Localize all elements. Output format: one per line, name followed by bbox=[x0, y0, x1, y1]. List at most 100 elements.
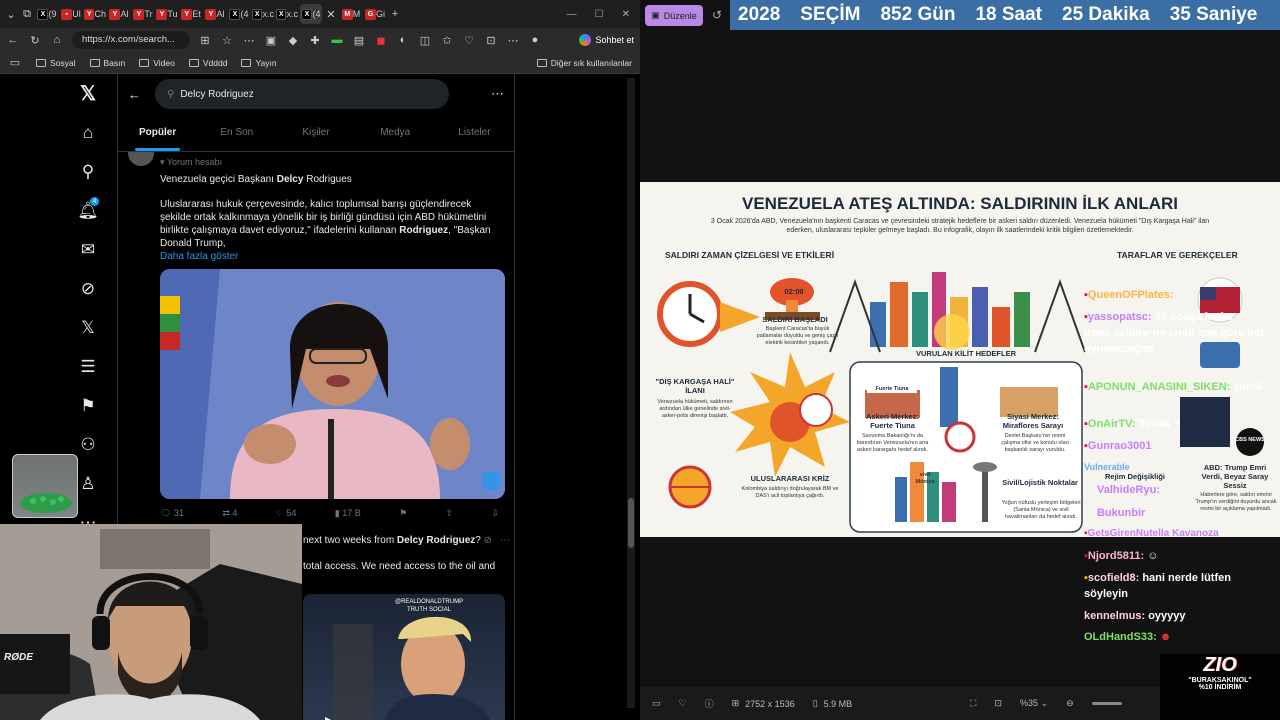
like-button[interactable]: ♡ 54 bbox=[276, 507, 297, 520]
extension-icon[interactable]: ▤ bbox=[352, 34, 366, 47]
zoom-out-icon[interactable]: ⊖ bbox=[1066, 698, 1074, 709]
collections-icon[interactable]: ⊡ bbox=[484, 34, 498, 47]
url-input[interactable]: https://x.com/search... bbox=[72, 31, 190, 49]
extension-icon[interactable]: ▣ bbox=[264, 34, 278, 47]
scrollbar[interactable] bbox=[627, 78, 635, 708]
bookmark-folder[interactable]: Basın bbox=[89, 58, 125, 68]
search-input[interactable]: ⚲ Delcy Rodriguez bbox=[155, 79, 449, 109]
new-tab-button[interactable]: + bbox=[388, 8, 402, 20]
fit-icon[interactable]: ⊡ bbox=[994, 698, 1002, 709]
browser-tab[interactable]: MM bbox=[340, 4, 362, 24]
other-bookmarks[interactable]: Diğer sık kullanılanlar bbox=[536, 58, 632, 68]
lists-icon[interactable]: ☰ bbox=[60, 347, 116, 386]
profile-avatar[interactable]: ● bbox=[528, 34, 542, 46]
bookmark-folder[interactable]: Video bbox=[139, 58, 175, 68]
chat-message: oynayacağım bbox=[1084, 343, 1154, 355]
sponsor-logo: ZIO "BURAKSAKINOL" %10 İNDİRİM bbox=[1160, 654, 1280, 720]
favorite-star-icon[interactable]: ☆ bbox=[220, 34, 234, 47]
filmstrip-icon[interactable]: ▭ bbox=[652, 698, 661, 709]
bookmark-button[interactable]: ⚑ bbox=[399, 507, 407, 520]
browser-tab-active[interactable]: X (4 bbox=[300, 4, 322, 24]
info-icon[interactable]: ⓘ bbox=[705, 697, 714, 710]
emote-icon: ☻ bbox=[1159, 631, 1172, 643]
browser-tab[interactable]: G Gi bbox=[364, 4, 386, 24]
tab-latest[interactable]: En Son bbox=[197, 114, 276, 151]
tab-actions-icon[interactable]: ⌄ bbox=[4, 8, 18, 21]
more-icon[interactable]: ⋯ bbox=[506, 34, 520, 47]
tab-lists[interactable]: Listeler bbox=[435, 114, 514, 151]
extension-icon[interactable]: ◐ bbox=[396, 34, 410, 46]
zoom-slider[interactable] bbox=[1091, 702, 1122, 705]
back-icon[interactable]: ← bbox=[6, 34, 20, 46]
browser-tab[interactable]: X (9 bbox=[36, 4, 58, 24]
history-icon[interactable]: ↺ bbox=[712, 8, 722, 22]
more-options-icon[interactable]: ⋯ bbox=[500, 534, 510, 548]
zoom-level-select[interactable]: %35 ⌄ bbox=[1020, 698, 1048, 709]
tweet-video[interactable]: @REALDONALDTRUMP TRUTH SOCIAL ▶ bbox=[303, 594, 505, 720]
more-options-icon[interactable]: ⋯ bbox=[491, 86, 504, 102]
browser-tab[interactable]: Xx.c bbox=[252, 4, 274, 24]
tab-popular[interactable]: Popüler bbox=[118, 114, 197, 151]
extension-icon[interactable]: ◆ bbox=[286, 34, 300, 47]
repost-button[interactable]: ⇄ 4 bbox=[222, 507, 237, 520]
favorites-icon[interactable]: ✩ bbox=[440, 34, 454, 47]
premium-x-icon[interactable]: 𝕏 bbox=[60, 308, 116, 347]
bookmark-folder[interactable]: Vdddd bbox=[188, 58, 227, 68]
close-window-icon[interactable]: ✕ bbox=[622, 9, 630, 20]
reply-button[interactable]: 🗨︎ 31 bbox=[160, 507, 184, 520]
extension-icon[interactable]: ◼ bbox=[374, 34, 388, 47]
browser-tab[interactable]: Y Et bbox=[180, 4, 202, 24]
avatar[interactable] bbox=[128, 152, 154, 166]
x-logo-icon[interactable]: 𝕏 bbox=[60, 74, 116, 113]
copilot-button[interactable]: Sohbet et bbox=[579, 34, 634, 46]
tweet-body: Uluslararası hukuk çerçevesinde, kalıcı … bbox=[160, 199, 491, 249]
split-screen-icon[interactable]: ◫ bbox=[418, 34, 432, 47]
tweet-photo[interactable] bbox=[160, 269, 505, 499]
browser-tab[interactable]: Y Tr bbox=[132, 4, 154, 24]
browser-tab[interactable]: Y Ch bbox=[84, 4, 106, 24]
read-aloud-icon[interactable]: ⊞ bbox=[198, 34, 212, 47]
edit-button[interactable]: ▣ Düzenle bbox=[645, 5, 703, 26]
messages-icon[interactable]: ✉ bbox=[60, 230, 116, 269]
bookmark-folder[interactable]: Yayın bbox=[241, 58, 277, 68]
home-icon[interactable]: ⌂ bbox=[60, 113, 116, 152]
chat-message: ▪Njord5811: ☺ bbox=[1084, 550, 1159, 562]
browser-tab[interactable]: ▪ Ul bbox=[60, 4, 82, 24]
military-target-label: Askeri Merkez: Fuerte Tiuna bbox=[866, 412, 919, 430]
show-more-link[interactable]: Daha fazla göster bbox=[160, 250, 504, 263]
favorite-icon[interactable]: ♡ bbox=[679, 698, 687, 709]
apps-icon[interactable]: ⋯ bbox=[242, 34, 256, 47]
tab-people[interactable]: Kişiler bbox=[276, 114, 355, 151]
browser-tab[interactable]: Xx.c bbox=[276, 4, 298, 24]
crop-icon[interactable]: ⛶ bbox=[970, 698, 976, 709]
share-button[interactable]: ⇧ bbox=[446, 507, 454, 520]
refresh-icon[interactable]: ↻ bbox=[28, 34, 42, 47]
bookmarks-icon[interactable]: ⚑ bbox=[60, 386, 116, 425]
notifications-bell-icon[interactable]: 🔔︎ 4 bbox=[60, 191, 116, 230]
browser-tab[interactable]: X (4 bbox=[228, 4, 250, 24]
home-icon[interactable]: ⌂ bbox=[50, 34, 64, 46]
scrollbar-thumb[interactable] bbox=[628, 498, 634, 548]
browser-essentials-icon[interactable]: ♡ bbox=[462, 34, 476, 47]
close-tab-icon[interactable]: ✕ bbox=[324, 8, 338, 21]
tweet[interactable]: ▾ Yorum hesabı Venezuela geçici Başkanı … bbox=[118, 152, 514, 520]
tab-media[interactable]: Medya bbox=[356, 114, 435, 151]
browser-tab[interactable]: Y Al bbox=[108, 4, 130, 24]
chat-message: kennelmus: oyyyyy bbox=[1084, 610, 1186, 622]
browser-tab[interactable]: Y Tu bbox=[156, 4, 178, 24]
extension-icon[interactable]: ✚ bbox=[308, 34, 322, 47]
workspaces-icon[interactable]: ⧉ bbox=[20, 8, 34, 21]
extension-icon[interactable]: ▬ bbox=[330, 34, 344, 46]
browser-tab[interactable]: Y Al bbox=[204, 4, 226, 24]
explore-search-icon[interactable]: ⚲ bbox=[60, 152, 116, 191]
back-arrow-icon[interactable]: ← bbox=[128, 87, 141, 102]
play-icon[interactable]: ▶ bbox=[325, 714, 336, 720]
maximize-icon[interactable]: ☐ bbox=[595, 9, 604, 20]
bookmark-folder[interactable]: Sosyal bbox=[36, 58, 76, 68]
sidebar-toggle-icon[interactable]: ▭ bbox=[8, 56, 22, 69]
grok-icon[interactable]: ⊘ bbox=[484, 534, 492, 548]
views-button[interactable]: ▮ 17 B bbox=[335, 507, 361, 520]
download-button[interactable]: ⇩ bbox=[491, 507, 499, 520]
minimize-icon[interactable]: — bbox=[567, 9, 577, 20]
grok-icon[interactable]: ⊘ bbox=[60, 269, 116, 308]
